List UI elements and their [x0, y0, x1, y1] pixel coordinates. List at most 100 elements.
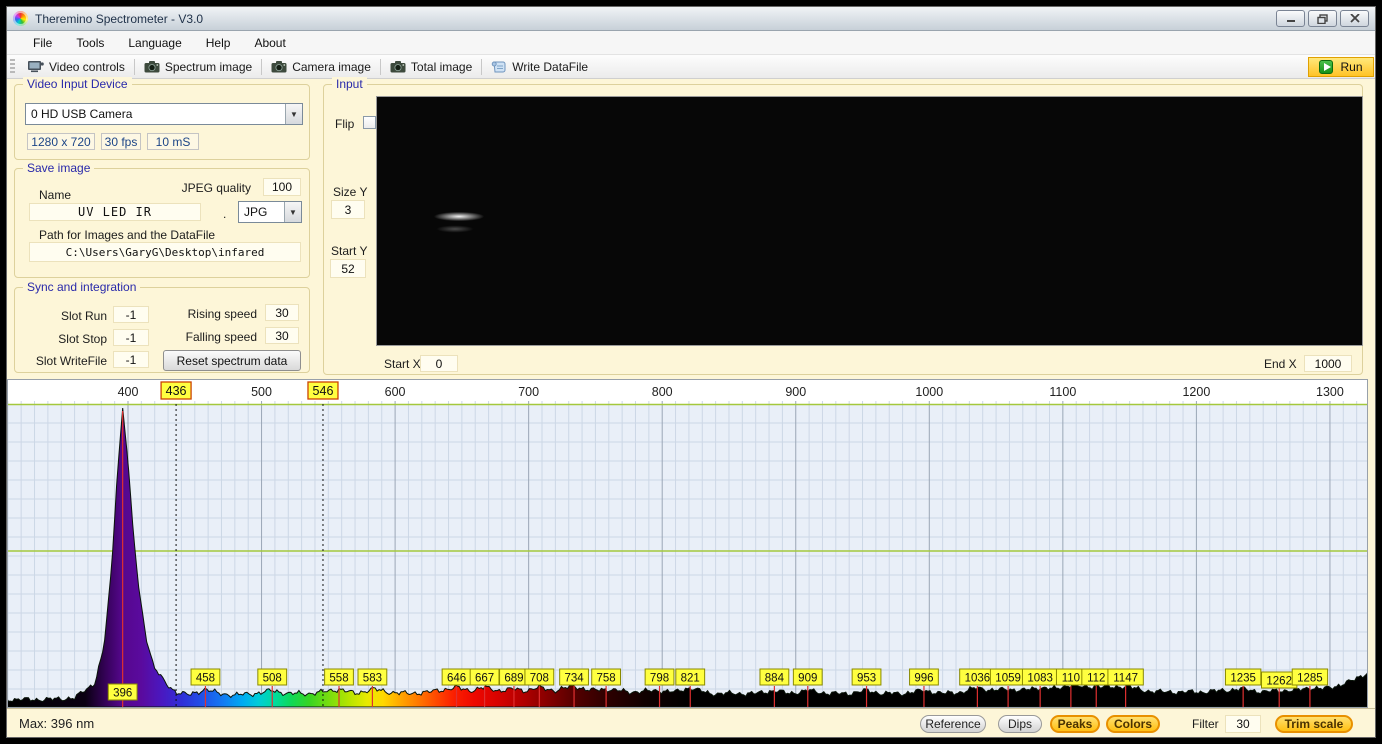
- peak-label: 458: [196, 673, 215, 685]
- run-label: Run: [1340, 60, 1363, 74]
- peaks-button[interactable]: Peaks: [1050, 715, 1100, 733]
- axis-tick-label: 500: [251, 385, 272, 399]
- size-y-field[interactable]: 3: [331, 200, 365, 219]
- end-x-field[interactable]: 1000: [1304, 355, 1352, 372]
- colors-button[interactable]: Colors: [1106, 715, 1160, 733]
- axis-tick-label: 1100: [1049, 385, 1076, 399]
- peak-label: 110: [1062, 673, 1080, 685]
- reset-spectrum-button[interactable]: Reset spectrum data: [163, 350, 301, 371]
- peak-label: 884: [765, 673, 785, 685]
- close-icon: [1349, 14, 1360, 23]
- spectrum-streak-faint: [429, 224, 481, 234]
- rising-speed-label: Rising speed: [187, 307, 257, 321]
- peak-label: 821: [681, 673, 700, 685]
- menu-file[interactable]: File: [21, 32, 64, 54]
- peak-label: 734: [564, 673, 584, 685]
- toolbar-camera-image[interactable]: Camera image: [263, 56, 379, 78]
- toolbar-item-label: Video controls: [49, 59, 125, 74]
- dips-button[interactable]: Dips: [998, 715, 1042, 733]
- falling-speed-label: Falling speed: [185, 330, 257, 344]
- axis-tick-label: 600: [385, 385, 406, 399]
- toolbar-video-controls[interactable]: Video controls: [19, 56, 133, 78]
- start-x-field[interactable]: 0: [420, 355, 458, 372]
- group-title: Save image: [23, 161, 95, 175]
- status-bar: Max: 396 nm Reference Dips Peaks Colors …: [7, 708, 1375, 737]
- app-window: Theremino Spectrometer - V3.0 File Tools…: [6, 6, 1376, 738]
- path-field[interactable]: C:\Users\GaryG\Desktop\infared: [29, 242, 301, 262]
- peak-label: 583: [363, 673, 382, 685]
- flip-label: Flip: [335, 117, 355, 131]
- video-device-value: 0 HD USB Camera: [31, 107, 133, 121]
- run-button[interactable]: Run: [1308, 57, 1374, 77]
- file-name-field[interactable]: UV LED IR: [29, 203, 201, 221]
- maximize-button[interactable]: [1308, 10, 1337, 27]
- flip-checkbox[interactable]: [363, 116, 376, 129]
- toolbar-item-label: Total image: [410, 59, 473, 74]
- toolbar-spectrum-image[interactable]: Spectrum image: [136, 56, 260, 78]
- filter-field[interactable]: 30: [1225, 715, 1261, 733]
- axis-tick-label: 800: [652, 385, 673, 399]
- start-x-label: Start X: [384, 357, 421, 371]
- menu-tools[interactable]: Tools: [64, 32, 116, 54]
- spectrum-streak: [424, 210, 494, 223]
- minimize-button[interactable]: [1276, 10, 1305, 27]
- toolbar-separator: [481, 58, 483, 75]
- reference-button[interactable]: Reference: [920, 715, 986, 733]
- peak-label: 758: [597, 673, 616, 685]
- camera-icon: [144, 61, 160, 73]
- slot-stop-label: Slot Stop: [58, 332, 107, 346]
- chevron-down-icon: ▼: [284, 202, 301, 222]
- resolution-button[interactable]: 1280 x 720: [27, 133, 95, 150]
- start-y-label: Start Y: [331, 244, 368, 258]
- peak-label: 1285: [1297, 673, 1323, 685]
- menu-help[interactable]: Help: [194, 32, 243, 54]
- falling-speed-field[interactable]: 30: [265, 327, 299, 344]
- group-sync-integration: Sync and integration Slot Run -1 Slot St…: [14, 280, 310, 373]
- slot-writefile-field[interactable]: -1: [113, 351, 149, 368]
- camera-icon: [271, 61, 287, 73]
- video-device-dropdown[interactable]: 0 HD USB Camera ▼: [25, 103, 303, 125]
- size-y-label: Size Y: [333, 185, 368, 199]
- spectrum-chart: 400 500 600 700 800 900 1000 1100 1200 1300 436 546…: [6, 379, 1376, 708]
- toolbar-total-image[interactable]: Total image: [382, 56, 480, 78]
- toolbar: Video controls Spectrum image Camera ima…: [7, 55, 1375, 79]
- jpeg-quality-label: JPEG quality: [181, 181, 251, 195]
- peak-label: 112: [1087, 673, 1105, 685]
- close-button[interactable]: [1340, 10, 1369, 27]
- axis-tick-label: 1200: [1182, 385, 1210, 399]
- app-icon: [13, 11, 28, 26]
- filter-label: Filter: [1192, 717, 1219, 731]
- path-label: Path for Images and the DataFile: [39, 228, 216, 242]
- format-dropdown[interactable]: JPG ▼: [238, 201, 302, 223]
- peak-label: 1235: [1230, 673, 1256, 685]
- peak-label: 396: [113, 688, 132, 700]
- slot-run-label: Slot Run: [60, 309, 107, 323]
- peak-label: 708: [530, 673, 549, 685]
- menu-about[interactable]: About: [242, 32, 297, 54]
- fps-button[interactable]: 30 fps: [101, 133, 141, 150]
- group-title: Sync and integration: [23, 280, 141, 294]
- peak-label: 667: [475, 673, 494, 685]
- peak-label: 1083: [1027, 673, 1053, 685]
- menu-language[interactable]: Language: [116, 32, 193, 54]
- slot-run-field[interactable]: -1: [113, 306, 149, 323]
- start-y-field[interactable]: 52: [330, 259, 366, 278]
- toolbar-write-datafile[interactable]: Write DataFile: [483, 56, 596, 78]
- axis-tick-label: 400: [118, 385, 139, 399]
- group-title: Video Input Device: [23, 77, 132, 91]
- toolbar-separator: [261, 58, 263, 75]
- window-title: Theremino Spectrometer - V3.0: [35, 11, 204, 26]
- trim-scale-button[interactable]: Trim scale: [1275, 715, 1353, 733]
- exposure-button[interactable]: 10 mS: [147, 133, 199, 150]
- scroll-icon: [492, 61, 506, 73]
- client-area: Video Input Device 0 HD USB Camera ▼ 128…: [6, 77, 1376, 737]
- max-peak-readout: Max: 396 nm: [19, 716, 95, 731]
- rising-speed-field[interactable]: 30: [265, 304, 299, 321]
- jpeg-quality-field[interactable]: 100: [263, 178, 301, 196]
- group-save-image: Save image Name JPEG quality 100 UV LED …: [14, 161, 310, 278]
- toolbar-item-label: Camera image: [292, 59, 371, 74]
- slot-stop-field[interactable]: -1: [113, 329, 149, 346]
- dot-separator: .: [223, 207, 227, 221]
- group-input: Input Flip Size Y 3 Start Y 52 Start X 0…: [323, 77, 1363, 375]
- slot-writefile-label: Slot WriteFile: [35, 354, 107, 368]
